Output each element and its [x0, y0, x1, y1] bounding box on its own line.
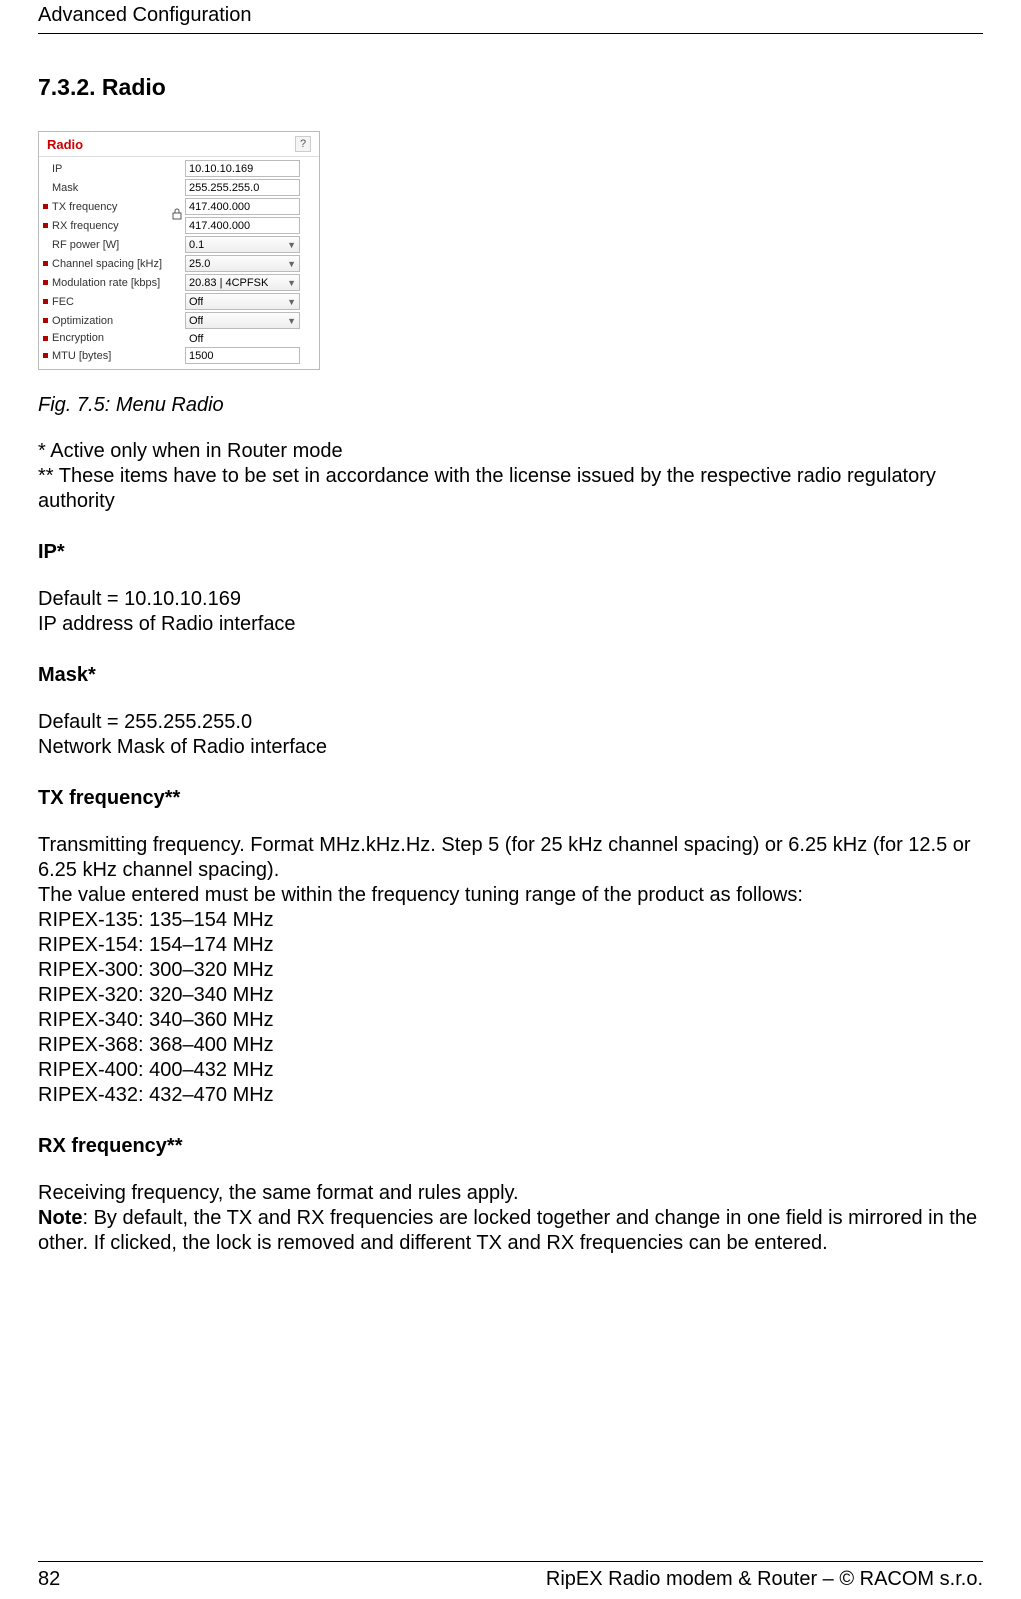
row-txfreq: TX frequency	[43, 197, 315, 216]
rxfreq-note: Note: By default, the TX and RX frequenc…	[38, 1206, 983, 1256]
row-rfpower: RF power [W] 0.1▼	[43, 235, 315, 254]
row-mtu: MTU [bytes]	[43, 346, 315, 365]
footnote-2: ** These items have to be set in accorda…	[38, 464, 983, 514]
select-modrate[interactable]: 20.83 | 4CPFSK▼	[185, 274, 300, 291]
chevron-down-icon: ▼	[287, 240, 296, 250]
select-chspacing[interactable]: 25.0▼	[185, 255, 300, 272]
ip-desc: IP address of Radio interface	[38, 612, 983, 637]
footer-right: RipEX Radio modem & Router – © RACOM s.r…	[546, 1568, 983, 1591]
input-ip[interactable]	[185, 160, 300, 177]
label-txfreq: TX frequency	[52, 201, 117, 213]
row-fec: FEC Off▼	[43, 292, 315, 311]
txfreq-r1: RIPEX-135: 135–154 MHz	[38, 908, 983, 933]
subhead-rxfreq: RX frequency**	[38, 1134, 983, 1159]
value-enc: Off	[185, 333, 203, 345]
chevron-down-icon: ▼	[287, 316, 296, 326]
subhead-txfreq: TX frequency**	[38, 786, 983, 811]
label-enc: Encryption	[52, 332, 104, 344]
chevron-down-icon: ▼	[287, 278, 296, 288]
subhead-mask: Mask*	[38, 663, 983, 688]
txfreq-r4: RIPEX-320: 320–340 MHz	[38, 983, 983, 1008]
input-rxfreq[interactable]	[185, 217, 300, 234]
select-opt[interactable]: Off▼	[185, 312, 300, 329]
label-opt: Optimization	[52, 315, 113, 327]
page-footer: 82 RipEX Radio modem & Router – © RACOM …	[38, 1561, 983, 1591]
select-fec[interactable]: Off▼	[185, 293, 300, 310]
rxfreq-desc: Receiving frequency, the same format and…	[38, 1181, 983, 1206]
txfreq-desc2: The value entered must be within the fre…	[38, 883, 983, 908]
row-opt: Optimization Off▼	[43, 311, 315, 330]
row-modrate: Modulation rate [kbps] 20.83 | 4CPFSK▼	[43, 273, 315, 292]
chevron-down-icon: ▼	[287, 259, 296, 269]
mask-desc: Network Mask of Radio interface	[38, 735, 983, 760]
label-fec: FEC	[52, 296, 74, 308]
label-mask: Mask	[52, 182, 78, 194]
page-number: 82	[38, 1568, 60, 1591]
radio-panel: Radio ? IP Mask TX frequency RX frequenc…	[38, 131, 320, 370]
section-heading: 7.3.2. Radio	[38, 74, 983, 101]
ip-default: Default = 10.10.10.169	[38, 587, 983, 612]
subhead-ip: IP*	[38, 540, 983, 565]
txfreq-desc1: Transmitting frequency. Format MHz.kHz.H…	[38, 833, 983, 883]
input-mtu[interactable]	[185, 347, 300, 364]
label-mtu: MTU [bytes]	[52, 350, 111, 362]
row-enc: Encryption Off	[43, 330, 315, 346]
label-chspacing: Channel spacing [kHz]	[52, 258, 162, 270]
row-chspacing: Channel spacing [kHz] 25.0▼	[43, 254, 315, 273]
txfreq-r7: RIPEX-400: 400–432 MHz	[38, 1058, 983, 1083]
txfreq-r2: RIPEX-154: 154–174 MHz	[38, 933, 983, 958]
select-rfpower[interactable]: 0.1▼	[185, 236, 300, 253]
chevron-down-icon: ▼	[287, 297, 296, 307]
figure-caption: Fig. 7.5: Menu Radio	[38, 394, 983, 417]
txfreq-r3: RIPEX-300: 300–320 MHz	[38, 958, 983, 983]
label-rfpower: RF power [W]	[52, 239, 119, 251]
running-header: Advanced Configuration	[38, 0, 983, 34]
footnote-1: * Active only when in Router mode	[38, 439, 983, 464]
mask-default: Default = 255.255.255.0	[38, 710, 983, 735]
txfreq-r8: RIPEX-432: 432–470 MHz	[38, 1083, 983, 1108]
txfreq-r6: RIPEX-368: 368–400 MHz	[38, 1033, 983, 1058]
label-rxfreq: RX frequency	[52, 220, 119, 232]
help-icon[interactable]: ?	[295, 136, 311, 152]
panel-rows: IP Mask TX frequency RX frequency RF pow…	[39, 157, 319, 369]
row-ip: IP	[43, 159, 315, 178]
panel-title: Radio	[47, 137, 83, 152]
txfreq-r5: RIPEX-340: 340–360 MHz	[38, 1008, 983, 1033]
label-ip: IP	[52, 163, 62, 175]
label-modrate: Modulation rate [kbps]	[52, 277, 160, 289]
row-rxfreq: RX frequency	[43, 216, 315, 235]
panel-header: Radio ?	[39, 132, 319, 157]
input-mask[interactable]	[185, 179, 300, 196]
input-txfreq[interactable]	[185, 198, 300, 215]
